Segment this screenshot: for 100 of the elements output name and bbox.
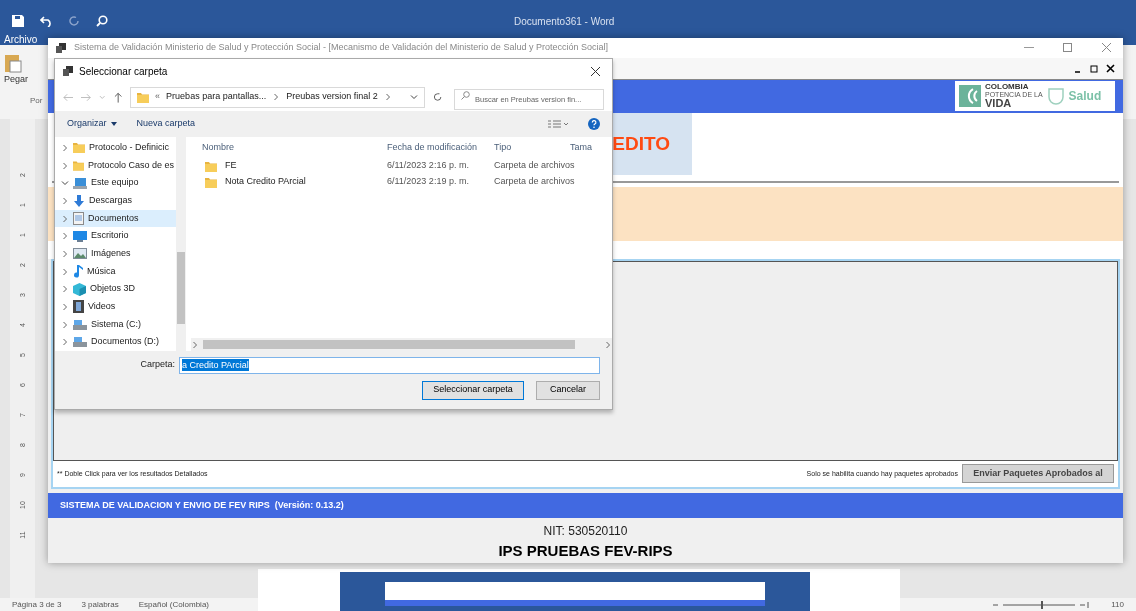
refresh-icon[interactable] bbox=[432, 92, 442, 102]
tree-item[interactable]: Objetos 3D bbox=[55, 280, 176, 299]
tree-label: Sistema (C:) bbox=[91, 317, 141, 331]
tree-label: Objetos 3D bbox=[90, 282, 136, 296]
ribbon-group-label: Por bbox=[30, 94, 43, 107]
folder-icon bbox=[205, 160, 217, 172]
tree-item[interactable]: Música bbox=[55, 262, 176, 281]
folder-icon bbox=[73, 160, 84, 171]
logo-text: Salud bbox=[1068, 88, 1102, 106]
tree-label: Documentos (D:) bbox=[91, 335, 160, 349]
mdi-controls-icon[interactable] bbox=[1075, 63, 1115, 73]
file-name: Nota Credito PArcial bbox=[225, 175, 306, 189]
chevron-down-icon[interactable] bbox=[409, 93, 418, 101]
drive-icon bbox=[73, 319, 87, 330]
tree-item[interactable]: Documentos (D:) bbox=[55, 333, 176, 351]
window-title: Documento361 - Word bbox=[514, 14, 615, 29]
logo-mark-icon bbox=[959, 85, 981, 108]
chevron-right-icon[interactable] bbox=[272, 93, 281, 101]
logo-text: VIDA bbox=[985, 98, 1013, 110]
picture-icon bbox=[73, 248, 87, 260]
tree-item[interactable]: Documentos bbox=[55, 209, 176, 228]
zoom-slider-icon[interactable] bbox=[991, 600, 1092, 609]
document-icon bbox=[73, 212, 84, 225]
chevron-right-icon[interactable] bbox=[191, 340, 199, 349]
zoom-level[interactable]: 110 bbox=[1111, 598, 1124, 611]
word-count[interactable]: 3 palabras bbox=[81, 598, 119, 611]
column-header[interactable]: Tipo bbox=[491, 140, 567, 155]
folder-name-field[interactable]: a Credito PArcial bbox=[179, 356, 600, 374]
back-arrow-icon[interactable] bbox=[63, 92, 74, 102]
folder-label: Carpeta: bbox=[140, 358, 175, 372]
file-date: 6/11/2023 2:19 p. m. bbox=[386, 175, 470, 189]
app-icon bbox=[56, 42, 66, 53]
computer-icon bbox=[73, 177, 87, 189]
address-bar[interactable]: « Pruebas para pantallas... Preubas version final 2 bbox=[130, 86, 425, 108]
close-icon[interactable] bbox=[591, 66, 600, 76]
tree-item[interactable]: Sistema (C:) bbox=[55, 315, 176, 334]
up-arrow-icon[interactable] bbox=[113, 91, 123, 103]
select-folder-button[interactable]: Seleccionar carpeta bbox=[422, 380, 524, 400]
breadcrumb-item[interactable]: Preubas version final 2 bbox=[286, 90, 378, 104]
dialog-title: Seleccionar carpeta bbox=[79, 64, 168, 79]
tree-item[interactable]: Escritorio bbox=[55, 227, 176, 246]
paste-clipboard-icon[interactable] bbox=[4, 53, 22, 73]
coat-of-arms-icon bbox=[1046, 85, 1065, 108]
breadcrumb-item[interactable]: Pruebas para pantallas... bbox=[166, 90, 267, 104]
tree-label: Imágenes bbox=[91, 247, 131, 261]
selected-text: a Credito PArcial bbox=[182, 359, 249, 371]
redo-icon[interactable] bbox=[69, 15, 80, 27]
tree-item[interactable]: Videos bbox=[55, 298, 176, 316]
download-arrow-icon bbox=[73, 194, 85, 207]
chevron-down-icon[interactable] bbox=[61, 179, 69, 188]
logo-text: COLOMBIA bbox=[985, 83, 1030, 92]
music-note-icon bbox=[73, 265, 83, 279]
tree-label: Escritorio bbox=[91, 229, 129, 243]
tree-label: Este equipo bbox=[91, 176, 139, 190]
chevron-down-icon[interactable] bbox=[99, 94, 106, 100]
tree-item[interactable]: Protocolo - Definicic bbox=[55, 139, 176, 157]
horizontal-scrollbar[interactable] bbox=[191, 338, 612, 351]
cube-icon bbox=[73, 282, 86, 296]
view-options-icon[interactable] bbox=[548, 119, 568, 129]
column-header[interactable]: Tama bbox=[567, 140, 592, 155]
overflow-mark[interactable]: « bbox=[155, 90, 161, 104]
save-icon[interactable] bbox=[12, 15, 24, 27]
minimize-icon[interactable] bbox=[1024, 47, 1034, 49]
organize-menu[interactable]: Organizar bbox=[67, 117, 117, 131]
file-type: Carpeta de archivos bbox=[493, 159, 575, 173]
chevron-right-icon[interactable] bbox=[383, 93, 392, 101]
tree-label: Música bbox=[87, 264, 116, 278]
tree-label: Documentos bbox=[88, 211, 139, 225]
file-date: 6/11/2023 2:16 p. m. bbox=[386, 159, 470, 173]
undo-icon[interactable] bbox=[40, 15, 53, 27]
new-folder-button[interactable]: Nueva carpeta bbox=[136, 117, 196, 131]
tree-label: Protocolo - Definicic bbox=[89, 141, 170, 155]
language[interactable]: Español (Colombia) bbox=[138, 598, 209, 611]
folder-icon bbox=[205, 176, 217, 188]
search-icon[interactable] bbox=[96, 15, 108, 27]
caret-icon bbox=[110, 122, 117, 126]
tree-item[interactable]: Imágenes bbox=[55, 245, 176, 263]
chevron-right-icon[interactable] bbox=[604, 340, 612, 349]
film-icon bbox=[73, 300, 84, 314]
tree-label: Videos bbox=[88, 300, 116, 314]
nit-text: NIT: 530520110 bbox=[543, 523, 628, 541]
file-type: Carpeta de archivos bbox=[493, 175, 575, 189]
tree-item[interactable]: Este equipo bbox=[55, 174, 176, 192]
cancel-button[interactable]: Cancelar bbox=[536, 380, 600, 400]
folder-icon bbox=[137, 91, 150, 103]
tree-item[interactable]: Protocolo Caso de es bbox=[55, 156, 176, 175]
page-heading: EDITO bbox=[612, 132, 670, 156]
file-row[interactable]: FE 6/11/2023 2:16 p. m. Carpeta de archivos bbox=[191, 158, 612, 174]
page-count[interactable]: Página 3 de 3 bbox=[12, 598, 62, 611]
file-row[interactable]: Nota Credito PArcial 6/11/2023 2:19 p. m. Carpeta de archivos bbox=[191, 174, 612, 190]
file-tab[interactable]: Archivo bbox=[4, 35, 38, 45]
help-icon[interactable] bbox=[588, 118, 600, 130]
drive-icon bbox=[73, 337, 87, 348]
tree-label: Descargas bbox=[89, 194, 133, 208]
tree-item[interactable]: Descargas bbox=[55, 192, 176, 210]
column-header[interactable]: Nombre bbox=[191, 140, 384, 155]
footer-text: SISTEMA DE VALIDACION Y ENVIO DE FEV RIPS (Versión: 0.13.2) bbox=[60, 498, 344, 512]
column-header[interactable]: Fecha de modificación bbox=[384, 140, 491, 155]
forward-arrow-icon[interactable] bbox=[81, 92, 92, 102]
folder-icon bbox=[73, 142, 85, 154]
